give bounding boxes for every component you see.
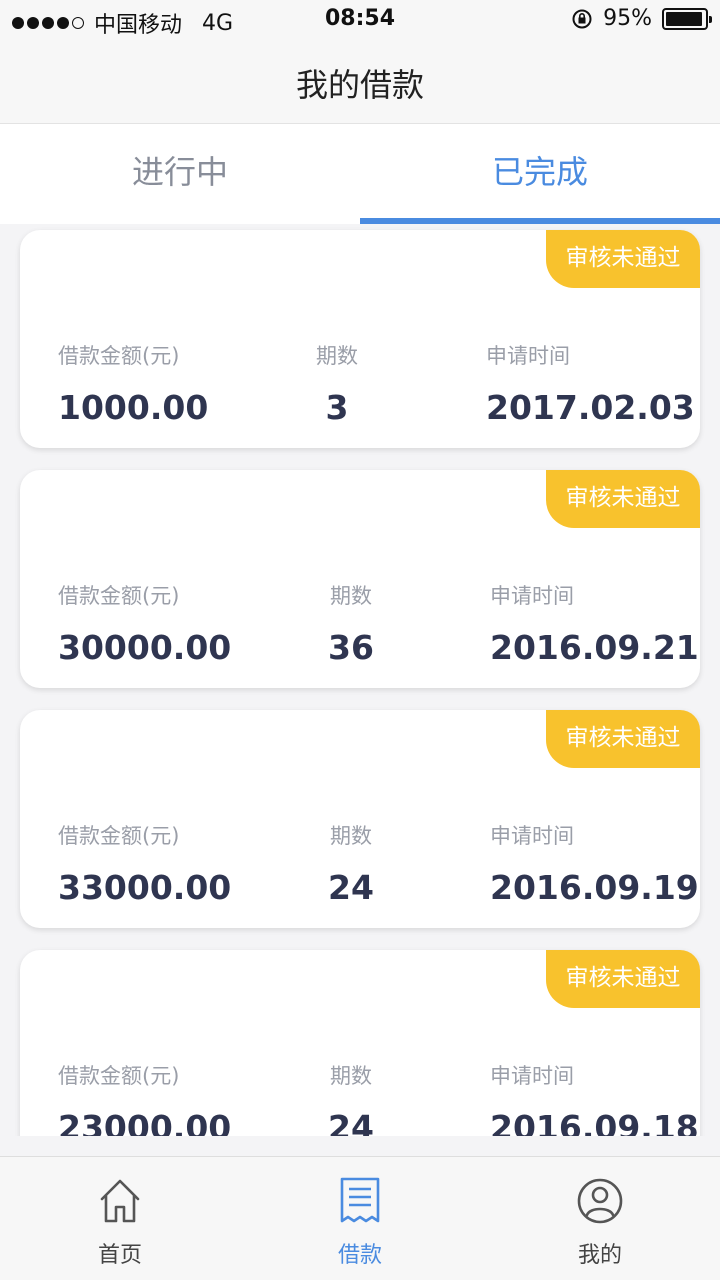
periods-label: 期数 (330, 824, 372, 848)
loan-card[interactable]: 审核未通过 借款金额(元) 33000.00 期数 24 申请时间 2016.0… (20, 710, 700, 928)
amount-label: 借款金额(元) (58, 824, 180, 848)
amount-column: 借款金额(元) 30000.00 (58, 580, 231, 667)
amount-label: 借款金额(元) (58, 1064, 180, 1088)
periods-column: 期数 24 (326, 1060, 376, 1136)
date-label: 申请时间 (490, 824, 574, 848)
date-column: 申请时间 2016.09.19 (490, 820, 699, 907)
status-badge: 审核未通过 (546, 230, 700, 288)
amount-label: 借款金额(元) (58, 584, 180, 608)
date-label: 申请时间 (490, 584, 574, 608)
segment-tabs: 进行中 已完成 (0, 124, 720, 224)
tabbar-item-home[interactable]: 首页 (0, 1157, 240, 1280)
receipt-icon (340, 1177, 380, 1223)
page-title: 我的借款 (295, 66, 424, 104)
amount-label: 借款金额(元) (58, 344, 180, 368)
tab-in-progress[interactable]: 进行中 (0, 124, 360, 224)
status-right: 95% (571, 6, 712, 31)
tabbar-item-loan[interactable]: 借款 (240, 1157, 480, 1280)
periods-value: 36 (328, 628, 374, 667)
status-bar: 中国移动 4G 08:54 95% (0, 0, 720, 40)
battery-fill (666, 11, 703, 26)
date-label: 申请时间 (486, 344, 570, 368)
date-column: 申请时间 2016.09.18 (490, 1060, 699, 1136)
periods-value: 24 (328, 1108, 374, 1136)
periods-column: 期数 3 (312, 340, 362, 427)
date-value: 2016.09.19 (490, 868, 699, 907)
tabbar-label-mine: 我的 (577, 1243, 622, 1268)
date-column: 申请时间 2016.09.21 (490, 580, 699, 667)
periods-label: 期数 (330, 1064, 372, 1088)
status-badge: 审核未通过 (546, 470, 700, 528)
bottom-tab-bar: 首页 借款 我的 (0, 1156, 720, 1280)
amount-value: 30000.00 (58, 628, 232, 667)
tab-completed[interactable]: 已完成 (360, 124, 720, 224)
loan-card[interactable]: 审核未通过 借款金额(元) 30000.00 期数 36 申请时间 2016.0… (20, 470, 700, 688)
tabbar-label-home: 首页 (97, 1243, 142, 1268)
loan-list[interactable]: 审核未通过 借款金额(元) 1000.00 期数 3 申请时间 2017.02.… (0, 224, 720, 1136)
periods-column: 期数 24 (326, 820, 376, 907)
periods-label: 期数 (316, 344, 358, 368)
loan-card[interactable]: 审核未通过 借款金额(元) 1000.00 期数 3 申请时间 2017.02.… (20, 230, 700, 448)
loan-card[interactable]: 审核未通过 借款金额(元) 23000.00 期数 24 申请时间 2016.0… (20, 950, 700, 1136)
amount-value: 33000.00 (58, 868, 232, 907)
amount-column: 借款金额(元) 1000.00 (58, 340, 208, 427)
date-value: 2017.02.03 (486, 388, 695, 427)
date-label: 申请时间 (490, 1064, 574, 1088)
tabbar-item-mine[interactable]: 我的 (480, 1157, 720, 1280)
battery-percent: 95% (603, 6, 652, 31)
battery-icon (662, 7, 712, 30)
amount-value: 1000.00 (58, 388, 209, 427)
periods-value: 3 (325, 388, 349, 427)
periods-column: 期数 36 (326, 580, 376, 667)
date-value: 2016.09.18 (490, 1108, 699, 1136)
date-column: 申请时间 2017.02.03 (486, 340, 695, 427)
tabbar-label-loan: 借款 (337, 1243, 382, 1268)
status-badge: 审核未通过 (546, 950, 700, 1008)
date-value: 2016.09.21 (490, 628, 699, 667)
amount-column: 借款金额(元) 33000.00 (58, 820, 231, 907)
user-icon (577, 1178, 623, 1224)
amount-value: 23000.00 (58, 1108, 232, 1136)
periods-label: 期数 (330, 584, 372, 608)
navigation-bar: 我的借款 (0, 40, 720, 124)
status-badge: 审核未通过 (546, 710, 700, 768)
periods-value: 24 (328, 868, 374, 907)
amount-column: 借款金额(元) 23000.00 (58, 1060, 231, 1136)
orientation-lock-icon (572, 9, 592, 28)
home-icon (100, 1179, 140, 1223)
